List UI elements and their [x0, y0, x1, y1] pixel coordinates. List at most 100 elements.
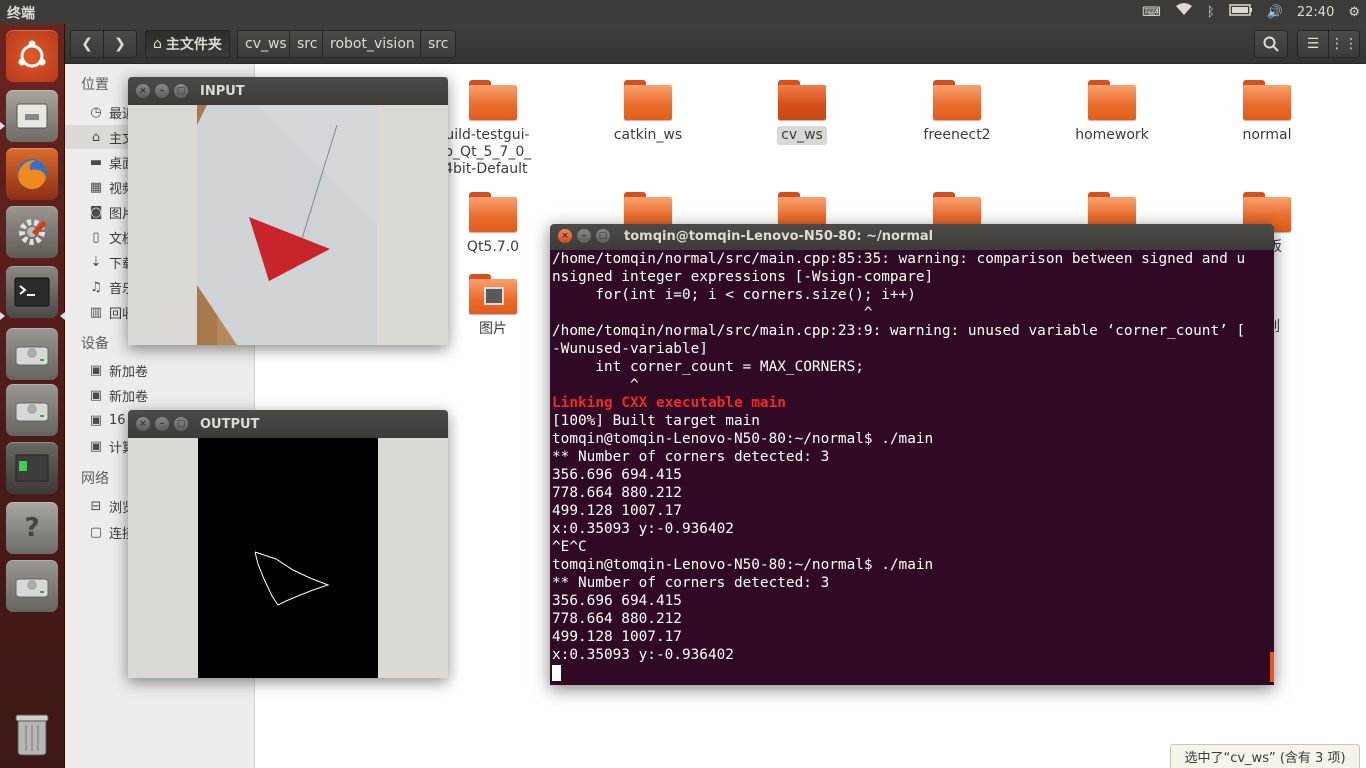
- devices-header: 设备: [81, 336, 109, 352]
- terminal-line: tomqin@tomqin-Lenovo-N50-80:~/normal$ ./…: [552, 431, 934, 447]
- launcher: ?: [0, 24, 65, 768]
- folder-icon: [469, 192, 517, 232]
- disk-icon[interactable]: [6, 328, 58, 380]
- firefox-icon[interactable]: [6, 148, 58, 200]
- battery-icon[interactable]: [1228, 3, 1253, 23]
- folder-icon: [778, 80, 826, 120]
- close-icon[interactable]: ×: [136, 417, 150, 431]
- breadcrumb-cv-ws[interactable]: cv_ws: [237, 30, 295, 58]
- terminal-scrollbar[interactable]: [1270, 652, 1274, 682]
- keyboard-icon[interactable]: ⌨: [1142, 3, 1161, 23]
- clock[interactable]: 22:40: [1297, 3, 1334, 23]
- window-title: OUTPUT: [200, 417, 260, 432]
- sidebar-item-volume[interactable]: ▣ 新加卷: [65, 358, 255, 382]
- view-grid-button[interactable]: ⋮⋮: [1328, 30, 1360, 58]
- folder-pictures-icon: [469, 274, 517, 314]
- terminal-line: 356.696 694.415: [552, 467, 682, 483]
- minimize-icon[interactable]: –: [577, 229, 591, 243]
- input-window[interactable]: × – □ INPUT: [128, 77, 448, 345]
- terminal-window[interactable]: × – □ tomqin@tomqin-Lenovo-N50-80: ~/nor…: [550, 224, 1274, 685]
- folder-icon: [624, 80, 672, 120]
- maximize-icon[interactable]: □: [174, 84, 188, 98]
- folder-freenect2[interactable]: freenect2: [892, 80, 1022, 145]
- folder-icon: ▬: [89, 154, 103, 170]
- terminal-line: 356.696 694.415: [552, 593, 682, 609]
- terminal-line: /home/tomqin/normal/src/main.cpp:85:35: …: [552, 251, 1246, 267]
- volume-icon[interactable]: 🔊: [1267, 3, 1283, 23]
- window-title: INPUT: [200, 84, 245, 99]
- terminal-line: 778.664 880.212: [552, 485, 682, 501]
- terminal-line: 499.128 1007.17: [552, 629, 682, 645]
- terminal-cursor-line: [552, 664, 1272, 682]
- breadcrumb-robot-vision[interactable]: robot_vision: [322, 30, 423, 58]
- terminal-line: x:0.35093 y:-0.936402: [552, 647, 734, 663]
- home-icon: ⌂: [153, 36, 162, 52]
- ubuntu-dash-icon[interactable]: [6, 30, 58, 82]
- bluetooth-icon[interactable]: ᛒ: [1207, 3, 1215, 23]
- text-cursor: [552, 665, 561, 681]
- gear-icon[interactable]: ⚙: [1348, 3, 1360, 23]
- folder-icon: [933, 80, 981, 120]
- terminal-line: int corner_count = MAX_CORNERS;: [552, 359, 864, 375]
- menu-button[interactable]: ☰: [1297, 30, 1329, 58]
- folder-homework[interactable]: homework: [1047, 80, 1177, 145]
- output-image-area: [128, 438, 448, 678]
- network-icon: ⊟: [90, 498, 102, 514]
- terminal-line: ^: [552, 305, 873, 321]
- settings-icon[interactable]: [6, 206, 58, 258]
- trash-icon[interactable]: [6, 708, 58, 760]
- terminal-output[interactable]: /home/tomqin/normal/src/main.cpp:85:35: …: [550, 250, 1274, 685]
- terminal-line: [100%] Built target main: [552, 413, 760, 429]
- disk-icon[interactable]: [6, 560, 58, 612]
- trash-icon: ▥: [89, 304, 103, 320]
- window-titlebar[interactable]: × – □ tomqin@tomqin-Lenovo-N50-80: ~/nor…: [550, 224, 1274, 250]
- top-panel: 终端 ⌨ ᛒ 🔊 22:40 ⚙: [0, 0, 1366, 24]
- sidebar-item-volume[interactable]: ▣ 新加卷: [65, 383, 255, 407]
- wifi-icon[interactable]: [1175, 2, 1193, 23]
- terminal-line: ^: [552, 377, 639, 393]
- minimize-icon[interactable]: –: [155, 417, 169, 431]
- home-icon: ⌂: [91, 129, 101, 145]
- breadcrumb-home[interactable]: ⌂ 主文件夹: [145, 30, 230, 58]
- output-edge-image: [198, 438, 378, 678]
- maximize-icon[interactable]: □: [174, 417, 188, 431]
- input-photo: [197, 105, 377, 345]
- output-window[interactable]: × – □ OUTPUT: [128, 410, 448, 678]
- folder-catkin-ws[interactable]: catkin_ws: [583, 80, 713, 145]
- input-image-area: [128, 105, 448, 345]
- folder-icon: [1243, 80, 1291, 120]
- document-icon: ▯: [92, 229, 100, 245]
- folder-normal[interactable]: normal: [1202, 80, 1332, 145]
- window-titlebar[interactable]: × – □ OUTPUT: [128, 410, 448, 438]
- breadcrumb-src[interactable]: src: [420, 30, 457, 58]
- search-button[interactable]: [1254, 30, 1288, 58]
- active-app-title: 终端: [7, 6, 35, 22]
- drive-icon: ▣: [89, 362, 103, 378]
- help-icon[interactable]: ?: [6, 502, 58, 554]
- back-button[interactable]: ❮: [70, 30, 104, 58]
- forward-button[interactable]: ❯: [103, 30, 137, 58]
- breadcrumb-src[interactable]: src: [289, 30, 326, 58]
- maximize-icon[interactable]: □: [596, 229, 610, 243]
- files-icon[interactable]: [6, 90, 58, 142]
- folder-cv-ws[interactable]: cv_ws: [737, 80, 867, 145]
- search-icon: [1263, 36, 1279, 52]
- close-icon[interactable]: ×: [136, 84, 150, 98]
- drive-icon: ▣: [89, 412, 103, 428]
- terminal-line: 499.128 1007.17: [552, 503, 682, 519]
- terminal-line: Linking CXX executable main: [552, 395, 786, 411]
- minimize-icon[interactable]: –: [155, 84, 169, 98]
- folder-icon: [469, 80, 517, 120]
- terminal-line: /home/tomqin/normal/src/main.cpp:23:9: w…: [552, 323, 1246, 339]
- close-icon[interactable]: ×: [558, 229, 572, 243]
- terminal-line: for(int i=0; i < corners.size(); i++): [552, 287, 916, 303]
- window-titlebar[interactable]: × – □ INPUT: [128, 77, 448, 105]
- drive-icon: ▣: [89, 438, 103, 454]
- terminal-line: 778.664 880.212: [552, 611, 682, 627]
- qt-creator-icon[interactable]: [6, 442, 58, 494]
- places-header: 位置: [81, 77, 109, 93]
- disk-icon[interactable]: [6, 384, 58, 436]
- terminal-icon[interactable]: [6, 266, 58, 318]
- file-manager-toolbar: ❮ ❯ ⌂ 主文件夹 cv_ws src robot_vision src ☰ …: [65, 24, 1366, 64]
- folder-icon: [1088, 80, 1136, 120]
